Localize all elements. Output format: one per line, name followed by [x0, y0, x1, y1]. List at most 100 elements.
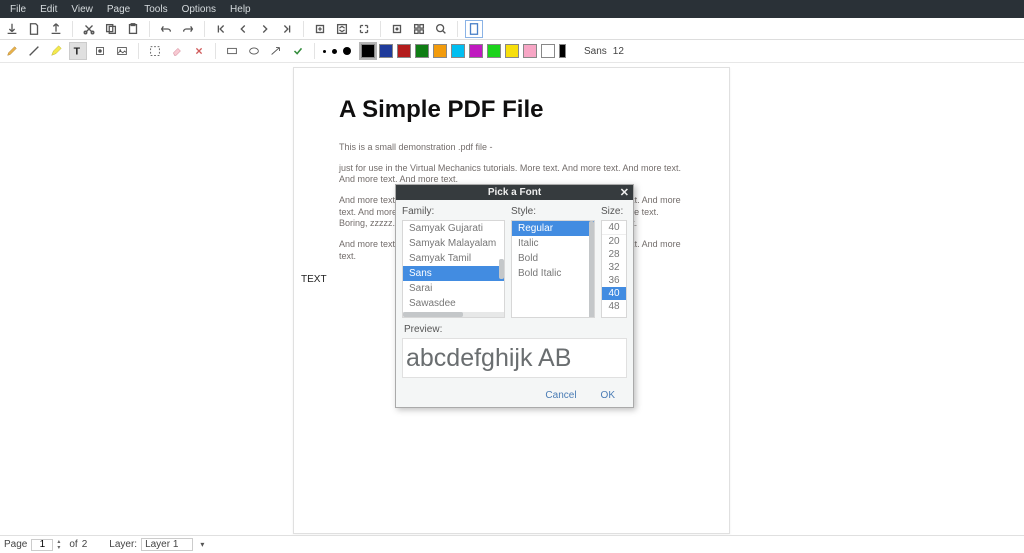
swatch-red[interactable] — [397, 44, 411, 58]
list-item[interactable]: Samyak Gujarati — [403, 221, 504, 236]
list-item[interactable]: Sawasdee — [403, 296, 504, 311]
menu-file[interactable]: File — [4, 2, 32, 17]
menu-view[interactable]: View — [65, 2, 99, 17]
swatch-green[interactable] — [487, 44, 501, 58]
menubar: File Edit View Page Tools Options Help — [0, 0, 1024, 18]
list-item[interactable]: Regular — [512, 221, 594, 236]
swatch-black[interactable] — [361, 44, 375, 58]
list-item[interactable]: 48 — [602, 300, 626, 313]
font-name-display[interactable]: Sans — [584, 46, 607, 57]
scrollbar-thumb[interactable] — [499, 259, 504, 279]
separator — [380, 21, 381, 37]
menu-tools[interactable]: Tools — [138, 2, 173, 17]
list-item[interactable]: 40 — [602, 287, 626, 300]
cut-icon[interactable] — [81, 21, 97, 37]
save-icon[interactable] — [4, 21, 20, 37]
undo-icon[interactable] — [158, 21, 174, 37]
scrollbar-thumb[interactable] — [589, 221, 594, 318]
swatch-darkgreen[interactable] — [415, 44, 429, 58]
fullscreen-icon[interactable] — [356, 21, 372, 37]
list-item[interactable]: 28 — [602, 248, 626, 261]
list-item[interactable]: 36 — [602, 274, 626, 287]
prev-page-icon[interactable] — [235, 21, 251, 37]
chevron-down-icon[interactable]: ▾ — [57, 545, 65, 551]
list-item[interactable]: Sarai — [403, 281, 504, 296]
list-item[interactable]: Sans — [403, 266, 504, 281]
grid-icon[interactable] — [411, 21, 427, 37]
font-size-display[interactable]: 12 — [613, 46, 624, 57]
swatch-orange[interactable] — [433, 44, 447, 58]
delete-tool-icon[interactable] — [191, 43, 207, 59]
page-label: Page — [4, 539, 27, 550]
swatch-cyan[interactable] — [451, 44, 465, 58]
image-tool-icon[interactable] — [114, 43, 130, 59]
list-item[interactable]: Bold — [512, 251, 594, 266]
fit-page-icon[interactable] — [334, 21, 350, 37]
stroke-thick-icon[interactable] — [343, 47, 351, 55]
list-item[interactable]: Samyak Tamil — [403, 251, 504, 266]
list-item[interactable]: Bold Italic — [512, 266, 594, 281]
new-page-icon[interactable] — [26, 21, 42, 37]
redo-icon[interactable] — [180, 21, 196, 37]
erase-tool-icon[interactable] — [169, 43, 185, 59]
first-page-icon[interactable] — [213, 21, 229, 37]
stroke-thin-icon[interactable] — [323, 50, 326, 53]
size-listbox[interactable]: 40 20 28 32 36 40 48 — [601, 220, 627, 318]
arrow-shape-icon[interactable] — [268, 43, 284, 59]
preview-label: Preview: — [404, 324, 627, 335]
open-icon[interactable] — [48, 21, 64, 37]
zoom-out-actual-icon[interactable] — [389, 21, 405, 37]
page-number-input[interactable] — [31, 539, 53, 551]
page-of-label: of — [69, 539, 77, 550]
style-listbox[interactable]: Regular Italic Bold Bold Italic — [511, 220, 595, 318]
swatch-white[interactable] — [541, 44, 555, 58]
ellipse-shape-icon[interactable] — [246, 43, 262, 59]
size-input-value[interactable]: 40 — [602, 221, 626, 235]
select-tool-icon[interactable] — [147, 43, 163, 59]
next-page-icon[interactable] — [257, 21, 273, 37]
checkmark-shape-icon[interactable] — [290, 43, 306, 59]
cancel-button[interactable]: Cancel — [545, 390, 576, 401]
paste-icon[interactable] — [125, 21, 141, 37]
scrollbar-horizontal[interactable] — [403, 312, 504, 317]
family-listbox[interactable]: Samyak Gujarati Samyak Malayalam Samyak … — [402, 220, 505, 318]
menu-options[interactable]: Options — [176, 2, 222, 17]
toolbar-main — [0, 18, 1024, 40]
stroke-medium-icon[interactable] — [332, 49, 337, 54]
menu-help[interactable]: Help — [224, 2, 257, 17]
swatch-yellow[interactable] — [505, 44, 519, 58]
swatch-magenta[interactable] — [469, 44, 483, 58]
style-label: Style: — [511, 206, 595, 217]
copy-icon[interactable] — [103, 21, 119, 37]
page-spinner[interactable]: ▴▾ — [57, 539, 65, 551]
separator — [72, 21, 73, 37]
page-icon[interactable] — [466, 21, 482, 37]
list-item[interactable]: Italic — [512, 236, 594, 251]
search-icon[interactable] — [433, 21, 449, 37]
swatch-half-black[interactable] — [559, 44, 566, 58]
list-item[interactable]: 32 — [602, 261, 626, 274]
swatch-blue[interactable] — [379, 44, 393, 58]
chevron-down-icon[interactable]: ▾ — [200, 540, 204, 549]
page-total: 2 — [82, 539, 88, 550]
swatch-pink[interactable] — [523, 44, 537, 58]
pencil-tool-icon[interactable] — [4, 43, 20, 59]
dialog-titlebar[interactable]: Pick a Font ✕ — [396, 185, 633, 200]
highlight-tool-icon[interactable] — [48, 43, 64, 59]
close-icon[interactable]: ✕ — [620, 186, 629, 199]
typed-text-annotation[interactable]: TEXT — [301, 274, 327, 285]
svg-text:T: T — [74, 46, 81, 58]
menu-page[interactable]: Page — [101, 2, 136, 17]
stamp-tool-icon[interactable] — [92, 43, 108, 59]
statusbar: Page ▴▾ of 2 Layer: Layer 1 ▾ — [0, 535, 1024, 553]
rect-shape-icon[interactable] — [224, 43, 240, 59]
zoom-in-icon[interactable] — [312, 21, 328, 37]
last-page-icon[interactable] — [279, 21, 295, 37]
list-item[interactable]: Samyak Malayalam — [403, 236, 504, 251]
ok-button[interactable]: OK — [601, 390, 615, 401]
text-tool-icon[interactable]: T — [70, 43, 86, 59]
menu-edit[interactable]: Edit — [34, 2, 63, 17]
list-item[interactable]: 20 — [602, 235, 626, 248]
line-tool-icon[interactable] — [26, 43, 42, 59]
layer-select[interactable]: Layer 1 — [141, 538, 193, 551]
